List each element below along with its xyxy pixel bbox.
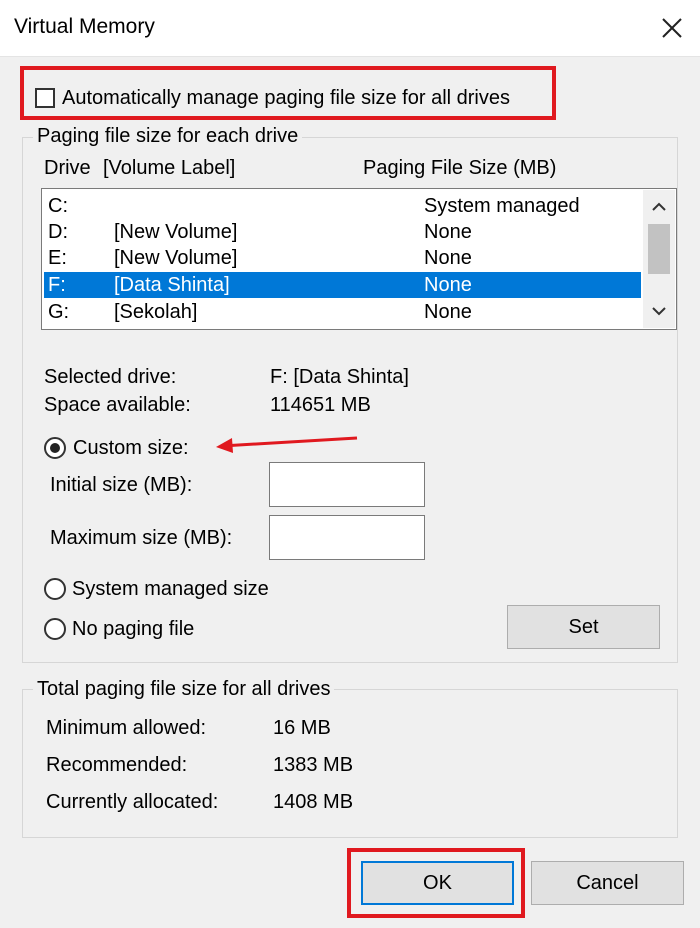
volume-label: [Data Shinta] [114,274,230,296]
drive-letter: F: [48,274,66,296]
volume-label: [Sekolah] [114,301,198,323]
paging-size: None [424,247,472,269]
column-header-size: Paging File Size (MB) [363,157,557,179]
paging-group-title: Paging file size for each drive [33,125,303,148]
volume-label: [New Volume] [114,221,238,243]
window-title: Virtual Memory [14,15,155,38]
space-available-label: Space available: [44,394,191,416]
no-paging-radio[interactable] [44,618,66,640]
ok-button[interactable]: OK [361,861,514,905]
drive-letter: G: [48,301,70,323]
minimum-allowed-label: Minimum allowed: [46,717,207,739]
custom-size-radio[interactable] [44,437,66,459]
no-paging-label[interactable]: No paging file [72,618,194,641]
scroll-up-icon[interactable] [651,202,667,212]
set-button[interactable]: Set [507,605,660,649]
column-header-volume: [Volume Label] [103,157,236,179]
drive-letter: D: [48,221,68,243]
annotation-arrow-icon [216,436,358,453]
paging-size: None [424,221,472,243]
currently-allocated-value: 1408 MB [273,791,354,813]
initial-size-label: Initial size (MB): [50,474,193,496]
drive-list-row[interactable]: E: [New Volume] None [44,245,641,271]
close-button[interactable] [654,10,690,46]
system-managed-label[interactable]: System managed size [72,578,269,601]
paging-size: None [424,301,472,323]
paging-size: System managed [424,195,580,217]
space-available-value: 114651 MB [270,394,371,416]
minimum-allowed-value: 16 MB [273,717,331,739]
radio-selected-dot [50,443,60,453]
maximum-size-label: Maximum size (MB): [50,527,233,549]
auto-manage-checkbox[interactable] [35,88,55,108]
drive-list-row[interactable]: C: System managed [44,193,641,219]
drive-list-row-selected[interactable]: F: [Data Shinta] None [44,272,641,298]
scroll-down-icon[interactable] [651,306,667,316]
volume-label: [New Volume] [114,247,238,269]
system-managed-radio[interactable] [44,578,66,600]
drive-list-row[interactable]: G: [Sekolah] None [44,299,641,325]
selected-drive-value: F: [Data Shinta] [270,366,409,388]
auto-manage-label[interactable]: Automatically manage paging file size fo… [62,87,510,110]
initial-size-input[interactable] [269,462,425,507]
drive-letter: C: [48,195,68,217]
close-icon [662,18,682,38]
title-bar: Virtual Memory [0,0,700,57]
recommended-label: Recommended: [46,754,188,776]
scrollbar-thumb[interactable] [648,224,670,274]
custom-size-label[interactable]: Custom size: [73,437,189,460]
maximum-size-input[interactable] [269,515,425,560]
cancel-button[interactable]: Cancel [531,861,684,905]
recommended-value: 1383 MB [273,754,354,776]
drive-list[interactable]: C: System managed D: [New Volume] None E… [41,188,677,330]
column-header-drive: Drive [44,157,91,179]
drive-list-row[interactable]: D: [New Volume] None [44,219,641,245]
selected-drive-label: Selected drive: [44,366,177,388]
currently-allocated-label: Currently allocated: [46,791,219,813]
drive-list-scrollbar[interactable] [643,190,675,328]
drive-letter: E: [48,247,67,269]
paging-size: None [424,274,472,296]
total-group-title: Total paging file size for all drives [33,678,335,701]
